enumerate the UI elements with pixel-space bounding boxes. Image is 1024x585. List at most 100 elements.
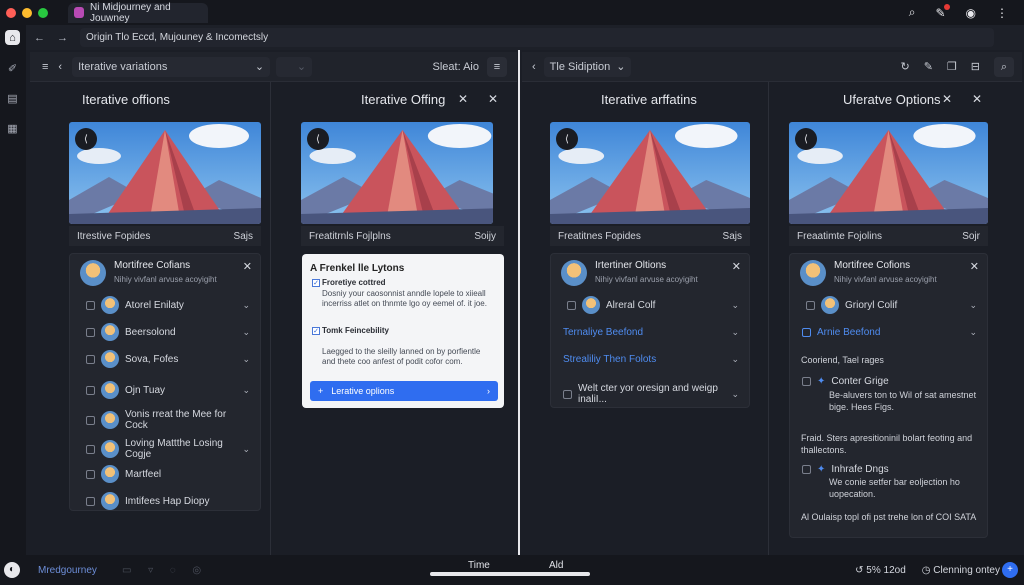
close-icon[interactable]: ✕ <box>970 260 979 273</box>
list-item[interactable]: Arnie Beefond ⌄ <box>802 322 977 342</box>
checkbox-checked[interactable]: ✓ <box>312 327 320 335</box>
chevron-down-icon[interactable]: ⌄ <box>969 327 977 338</box>
list-item[interactable]: Grioryl Colif ⌄ <box>806 295 977 315</box>
sort-label[interactable]: Sleat: Aio <box>433 61 479 73</box>
panel-splitter[interactable] <box>518 50 520 555</box>
gallery-icon[interactable]: ▦ <box>5 121 20 136</box>
chevron-down-icon[interactable]: ⌄ <box>242 327 250 338</box>
minimize-window-button[interactable] <box>22 7 32 18</box>
back-button[interactable]: ⟨ <box>307 128 329 150</box>
checkbox[interactable] <box>86 385 95 395</box>
copy-icon[interactable]: ❐ <box>947 60 957 73</box>
list-item[interactable]: Vonis rreat the Mee for Cock <box>86 409 250 431</box>
close-icon[interactable]: ✕ <box>484 92 502 108</box>
checkbox[interactable] <box>806 300 815 310</box>
back-button[interactable]: ⟨ <box>75 128 97 150</box>
avatar <box>561 260 587 286</box>
home-icon[interactable]: ⌂ <box>5 30 20 45</box>
close-window-button[interactable] <box>6 7 16 18</box>
checkbox[interactable] <box>802 327 811 337</box>
checkbox[interactable] <box>86 300 95 310</box>
checkbox-checked[interactable]: ✓ <box>312 279 320 287</box>
home-indicator[interactable] <box>430 572 590 576</box>
checkbox[interactable] <box>86 327 95 337</box>
caption-action[interactable]: Sajs <box>234 231 253 242</box>
close-icon[interactable]: ✕ <box>968 92 986 108</box>
bottom-tab-time[interactable]: Time <box>468 560 490 571</box>
refresh-icon[interactable]: ↻ <box>900 60 909 73</box>
library-icon[interactable]: ▤ <box>5 91 20 106</box>
checkbox[interactable] <box>86 496 95 506</box>
list-item[interactable]: Sova, Fofes ⌄ <box>86 349 250 369</box>
back-arrow-icon[interactable]: ← <box>34 32 45 44</box>
mountain-image[interactable]: ⟨ <box>789 122 988 224</box>
list-item[interactable]: Atorel Enilaty ⌄ <box>86 295 250 315</box>
list-item[interactable]: Beersolond ⌄ <box>86 322 250 342</box>
list-item[interactable]: Ojn Tuay ⌄ <box>86 380 250 400</box>
checkbox[interactable] <box>802 464 811 474</box>
caption-title: Freatitrnls Fojlplns <box>309 230 391 242</box>
chevron-down-icon[interactable]: ⌄ <box>731 300 739 311</box>
caption-action[interactable]: Sajs <box>723 231 742 242</box>
edit-icon[interactable]: ✎ <box>924 60 933 73</box>
image-caption: Freaatimte Fojolins Sojr <box>789 226 988 246</box>
list-item[interactable]: Alreral Colf ⌄ <box>567 295 739 315</box>
checkbox[interactable] <box>86 354 95 364</box>
list-item[interactable]: Strealiliy Then Folots ⌄ <box>563 349 739 369</box>
iterative-options-button[interactable]: + Lerative oplions › <box>310 381 498 401</box>
list-item[interactable]: Welt cter yor oresign and weigp inaliI..… <box>563 383 739 405</box>
close-icon[interactable]: ✕ <box>938 92 956 108</box>
url-field[interactable]: Origin Tlo Eccd, Mujouney & Incomectsly <box>80 28 994 47</box>
checkbox[interactable] <box>86 444 95 454</box>
close-icon[interactable]: ✕ <box>243 260 252 273</box>
checkbox[interactable] <box>567 300 576 310</box>
add-button[interactable]: + <box>1002 562 1018 578</box>
checkbox[interactable] <box>86 469 95 479</box>
bottom-tab-ald[interactable]: Ald <box>549 560 563 571</box>
back-button[interactable]: ⟨ <box>795 128 817 150</box>
variations-select[interactable]: Iterative variations ⌄ <box>72 56 271 77</box>
list-item[interactable]: Loving Mattthe Losing Cogje ⌄ <box>86 438 250 460</box>
close-icon[interactable]: ✕ <box>732 260 741 273</box>
app-logo-icon[interactable]: ◐ <box>4 562 20 578</box>
caption-action[interactable]: Soijy <box>474 231 496 242</box>
checkbox[interactable] <box>802 376 811 386</box>
mountain-image[interactable]: ⟨ <box>69 122 261 224</box>
chevron-down-icon[interactable]: ⌄ <box>731 389 739 400</box>
menu-icon[interactable]: ≡ <box>42 61 48 73</box>
app-name[interactable]: Mredgourney <box>38 565 97 576</box>
profile-icon[interactable]: ◉ <box>966 6 976 20</box>
browser-tab[interactable]: Ni Midjourney and Jouwney <box>68 2 208 24</box>
pin-icon[interactable]: ✐ <box>5 61 20 76</box>
checkbox[interactable] <box>86 415 95 425</box>
caption-action[interactable]: Sojr <box>962 231 980 242</box>
search-icon[interactable]: ⌕ <box>909 5 916 20</box>
list-view-icon[interactable]: ≡ <box>487 56 507 77</box>
chevron-down-icon[interactable]: ⌄ <box>242 385 250 396</box>
chevron-down-icon[interactable]: ⌄ <box>969 300 977 311</box>
back-button[interactable]: ⟨ <box>556 128 578 150</box>
link-icon[interactable]: ⊟ <box>971 60 980 73</box>
notification-icon[interactable]: ✎ <box>935 3 950 20</box>
chevron-left-icon[interactable]: ‹ <box>532 61 536 73</box>
chevron-down-icon[interactable]: ⌄ <box>242 300 250 311</box>
list-item[interactable]: Ternaliye Beefond ⌄ <box>563 322 739 342</box>
chevron-down-icon[interactable]: ⌄ <box>731 354 739 365</box>
close-icon[interactable]: ✕ <box>454 92 472 108</box>
secondary-select[interactable]: ⌄ <box>276 56 313 77</box>
description-select[interactable]: Tle Sidiption ⌄ <box>543 56 632 77</box>
list-item[interactable]: Imtifees Hap Diopy <box>86 491 250 511</box>
forward-arrow-icon[interactable]: → <box>57 32 68 44</box>
chevron-left-icon[interactable]: ‹ <box>58 61 62 73</box>
mountain-image[interactable]: ⟨ <box>301 122 493 224</box>
chevron-down-icon[interactable]: ⌄ <box>731 327 739 338</box>
maximize-window-button[interactable] <box>38 7 48 18</box>
option-item[interactable]: ✦ Conter Grige <box>802 371 977 391</box>
mountain-image[interactable]: ⟨ <box>550 122 750 224</box>
chevron-down-icon[interactable]: ⌄ <box>242 444 250 455</box>
more-icon[interactable]: ⋮ <box>996 6 1008 20</box>
chevron-down-icon[interactable]: ⌄ <box>242 354 250 365</box>
checkbox[interactable] <box>563 389 572 399</box>
search-icon[interactable]: ⌕ <box>994 56 1014 77</box>
list-item[interactable]: Martfeel <box>86 464 250 484</box>
